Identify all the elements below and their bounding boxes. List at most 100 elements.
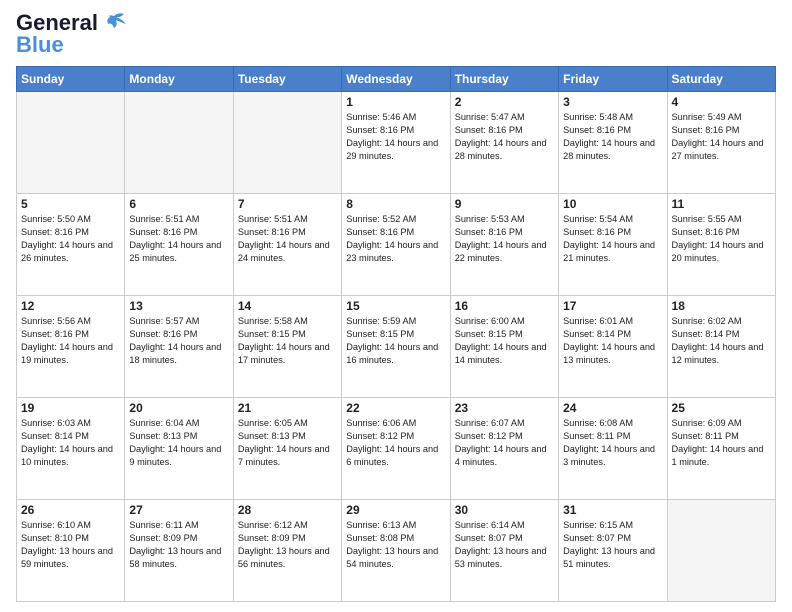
day-number: 13 [129, 299, 228, 313]
calendar-week-3: 12Sunrise: 5:56 AMSunset: 8:16 PMDayligh… [17, 296, 776, 398]
day-detail: Sunrise: 6:00 AMSunset: 8:15 PMDaylight:… [455, 315, 554, 367]
day-detail: Sunrise: 5:58 AMSunset: 8:15 PMDaylight:… [238, 315, 337, 367]
calendar-cell: 5Sunrise: 5:50 AMSunset: 8:16 PMDaylight… [17, 194, 125, 296]
day-number: 1 [346, 95, 445, 109]
day-detail: Sunrise: 6:13 AMSunset: 8:08 PMDaylight:… [346, 519, 445, 571]
weekday-header-thursday: Thursday [450, 67, 558, 92]
day-number: 14 [238, 299, 337, 313]
calendar-cell [17, 92, 125, 194]
calendar-cell: 1 Sunrise: 5:46 AMSunset: 8:16 PMDaylight… [342, 92, 450, 194]
day-number: 7 [238, 197, 337, 211]
day-number: 22 [346, 401, 445, 415]
calendar-cell: 17Sunrise: 6:01 AMSunset: 8:14 PMDayligh… [559, 296, 667, 398]
day-number: 23 [455, 401, 554, 415]
calendar-cell: 24Sunrise: 6:08 AMSunset: 8:11 PMDayligh… [559, 398, 667, 500]
calendar-cell: 2 Sunrise: 5:47 AMSunset: 8:16 PMDaylight… [450, 92, 558, 194]
day-number: 27 [129, 503, 228, 517]
day-number: 21 [238, 401, 337, 415]
day-detail: Sunrise: 5:46 AMSunset: 8:16 PMDaylight:… [346, 111, 445, 163]
day-number: 11 [672, 197, 771, 211]
weekday-header-monday: Monday [125, 67, 233, 92]
day-number: 18 [672, 299, 771, 313]
calendar-cell: 12Sunrise: 5:56 AMSunset: 8:16 PMDayligh… [17, 296, 125, 398]
day-detail: Sunrise: 6:15 AMSunset: 8:07 PMDaylight:… [563, 519, 662, 571]
day-detail: Sunrise: 6:09 AMSunset: 8:11 PMDaylight:… [672, 417, 771, 469]
calendar-cell: 28Sunrise: 6:12 AMSunset: 8:09 PMDayligh… [233, 500, 341, 602]
day-detail: Sunrise: 5:47 AMSunset: 8:16 PMDaylight:… [455, 111, 554, 163]
calendar-cell: 7 Sunrise: 5:51 AMSunset: 8:16 PMDaylight… [233, 194, 341, 296]
calendar-cell: 31 Sunrise: 6:15 AMSunset: 8:07 PMDayligh… [559, 500, 667, 602]
calendar-cell: 20 Sunrise: 6:04 AMSunset: 8:13 PMDayligh… [125, 398, 233, 500]
day-number: 9 [455, 197, 554, 211]
day-number: 4 [672, 95, 771, 109]
day-detail: Sunrise: 6:11 AMSunset: 8:09 PMDaylight:… [129, 519, 228, 571]
calendar-cell: 15Sunrise: 5:59 AMSunset: 8:15 PMDayligh… [342, 296, 450, 398]
day-number: 29 [346, 503, 445, 517]
day-number: 30 [455, 503, 554, 517]
weekday-header-tuesday: Tuesday [233, 67, 341, 92]
logo-blue: Blue [16, 32, 64, 58]
day-detail: Sunrise: 6:01 AMSunset: 8:14 PMDaylight:… [563, 315, 662, 367]
day-number: 8 [346, 197, 445, 211]
day-detail: Sunrise: 5:48 AMSunset: 8:16 PMDaylight:… [563, 111, 662, 163]
day-detail: Sunrise: 6:08 AMSunset: 8:11 PMDaylight:… [563, 417, 662, 469]
page: General Blue SundayMondayTuesdayWednesda… [0, 0, 792, 612]
day-detail: Sunrise: 6:06 AMSunset: 8:12 PMDaylight:… [346, 417, 445, 469]
calendar-cell [667, 500, 775, 602]
day-detail: Sunrise: 5:49 AMSunset: 8:16 PMDaylight:… [672, 111, 771, 163]
calendar-cell: 25 Sunrise: 6:09 AMSunset: 8:11 PMDayligh… [667, 398, 775, 500]
calendar-cell: 6 Sunrise: 5:51 AMSunset: 8:16 PMDaylight… [125, 194, 233, 296]
calendar-cell: 3 Sunrise: 5:48 AMSunset: 8:16 PMDaylight… [559, 92, 667, 194]
calendar-cell: 21 Sunrise: 6:05 AMSunset: 8:13 PMDayligh… [233, 398, 341, 500]
calendar-cell: 30Sunrise: 6:14 AMSunset: 8:07 PMDayligh… [450, 500, 558, 602]
day-detail: Sunrise: 5:57 AMSunset: 8:16 PMDaylight:… [129, 315, 228, 367]
day-number: 6 [129, 197, 228, 211]
day-number: 3 [563, 95, 662, 109]
calendar-cell: 23 Sunrise: 6:07 AMSunset: 8:12 PMDayligh… [450, 398, 558, 500]
logo-bird-icon [100, 12, 128, 34]
day-detail: Sunrise: 5:52 AMSunset: 8:16 PMDaylight:… [346, 213, 445, 265]
day-detail: Sunrise: 6:03 AMSunset: 8:14 PMDaylight:… [21, 417, 120, 469]
day-number: 20 [129, 401, 228, 415]
day-number: 10 [563, 197, 662, 211]
calendar-cell: 11Sunrise: 5:55 AMSunset: 8:16 PMDayligh… [667, 194, 775, 296]
calendar-cell: 13 Sunrise: 5:57 AMSunset: 8:16 PMDayligh… [125, 296, 233, 398]
day-number: 16 [455, 299, 554, 313]
day-detail: Sunrise: 6:05 AMSunset: 8:13 PMDaylight:… [238, 417, 337, 469]
day-number: 19 [21, 401, 120, 415]
calendar-cell [233, 92, 341, 194]
day-detail: Sunrise: 5:54 AMSunset: 8:16 PMDaylight:… [563, 213, 662, 265]
calendar-table: SundayMondayTuesdayWednesdayThursdayFrid… [16, 66, 776, 602]
calendar-cell: 9Sunrise: 5:53 AMSunset: 8:16 PMDaylight… [450, 194, 558, 296]
calendar-cell: 10 Sunrise: 5:54 AMSunset: 8:16 PMDayligh… [559, 194, 667, 296]
day-number: 31 [563, 503, 662, 517]
day-number: 2 [455, 95, 554, 109]
calendar-week-1: 1 Sunrise: 5:46 AMSunset: 8:16 PMDaylight… [17, 92, 776, 194]
day-detail: Sunrise: 6:04 AMSunset: 8:13 PMDaylight:… [129, 417, 228, 469]
calendar-cell: 22 Sunrise: 6:06 AMSunset: 8:12 PMDayligh… [342, 398, 450, 500]
day-detail: Sunrise: 5:51 AMSunset: 8:16 PMDaylight:… [238, 213, 337, 265]
header: General Blue [16, 10, 776, 58]
calendar-cell: 19 Sunrise: 6:03 AMSunset: 8:14 PMDayligh… [17, 398, 125, 500]
weekday-header-sunday: Sunday [17, 67, 125, 92]
day-detail: Sunrise: 5:56 AMSunset: 8:16 PMDaylight:… [21, 315, 120, 367]
calendar-cell: 26 Sunrise: 6:10 AMSunset: 8:10 PMDayligh… [17, 500, 125, 602]
calendar-cell: 16 Sunrise: 6:00 AMSunset: 8:15 PMDayligh… [450, 296, 558, 398]
day-detail: Sunrise: 6:07 AMSunset: 8:12 PMDaylight:… [455, 417, 554, 469]
calendar-cell: 29 Sunrise: 6:13 AMSunset: 8:08 PMDayligh… [342, 500, 450, 602]
calendar-cell: 4 Sunrise: 5:49 AMSunset: 8:16 PMDaylight… [667, 92, 775, 194]
day-detail: Sunrise: 5:51 AMSunset: 8:16 PMDaylight:… [129, 213, 228, 265]
day-number: 15 [346, 299, 445, 313]
calendar-cell: 14 Sunrise: 5:58 AMSunset: 8:15 PMDayligh… [233, 296, 341, 398]
day-detail: Sunrise: 6:10 AMSunset: 8:10 PMDaylight:… [21, 519, 120, 571]
calendar-cell [125, 92, 233, 194]
weekday-header-friday: Friday [559, 67, 667, 92]
day-number: 26 [21, 503, 120, 517]
weekday-header-row: SundayMondayTuesdayWednesdayThursdayFrid… [17, 67, 776, 92]
day-number: 28 [238, 503, 337, 517]
calendar-week-2: 5Sunrise: 5:50 AMSunset: 8:16 PMDaylight… [17, 194, 776, 296]
day-number: 5 [21, 197, 120, 211]
day-number: 25 [672, 401, 771, 415]
weekday-header-saturday: Saturday [667, 67, 775, 92]
logo: General Blue [16, 10, 128, 58]
